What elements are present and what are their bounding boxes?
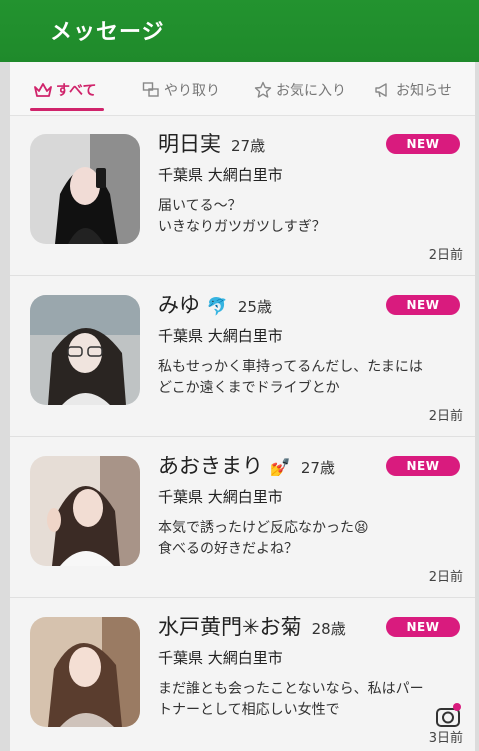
message-row[interactable]: 水戸黄門✳お菊 28歳 千葉県 大網白里市 まだ誰とも会ったことないなら、私はパー… xyxy=(10,599,475,751)
timestamp: 2日前 xyxy=(428,570,463,585)
timestamp: 2日前 xyxy=(428,409,463,424)
app-screen: メッセージ すべて やり取り お気に入り お知らせ 明日実 27歳 千葉県 大網… xyxy=(0,0,479,751)
message-line: いきなりガツガツしすぎ？ xyxy=(158,219,326,235)
chat-icon xyxy=(142,81,160,99)
contact-location: 千葉県 大網白里市 xyxy=(158,649,283,667)
contact-location: 千葉県 大網白里市 xyxy=(158,166,283,184)
contact-name-text: 明日実 xyxy=(158,132,221,156)
message-line: 本気で誘ったけど反応なかった😫 xyxy=(158,520,369,536)
message-row[interactable]: みゆ 🐬 25歳 千葉県 大網白里市 私もせっかく車持ってるんだし、たまにはどこか… xyxy=(10,277,475,437)
contact-name: 明日実 27歳 xyxy=(158,128,265,158)
contact-name: 水戸黄門✳お菊 28歳 xyxy=(158,611,346,641)
crown-icon xyxy=(34,81,52,99)
megaphone-icon xyxy=(374,81,392,99)
message-row[interactable]: あおきまり 💅 27歳 千葉県 大網白里市 本気で誘ったけど反応なかった😫 食べる… xyxy=(10,438,475,598)
message-preview: まだ誰とも会ったことないなら、私はパートナーとして相応しい女性で xyxy=(158,681,424,718)
new-badge: NEW xyxy=(386,617,460,637)
message-preview: 私もせっかく車持ってるんだし、たまにはどこか遠くまでドライブとか xyxy=(158,359,423,396)
contact-name-text: あおきまり xyxy=(158,454,263,478)
new-badge: NEW xyxy=(386,134,460,154)
tab-exchange[interactable]: やり取り xyxy=(142,78,220,102)
timestamp: 2日前 xyxy=(428,248,463,263)
contact-age: 27歳 xyxy=(300,459,335,477)
tab-favorites[interactable]: お気に入り xyxy=(254,78,346,102)
tab-all[interactable]: すべて xyxy=(34,78,96,102)
contact-name-text: みゆ xyxy=(158,293,200,317)
contact-name-text: 水戸黄門✳お菊 xyxy=(158,615,302,639)
tab-favorites-label: お気に入り xyxy=(276,83,346,99)
contact-name: みゆ 🐬 25歳 xyxy=(158,289,272,319)
tab-notices-label: お知らせ xyxy=(396,83,452,99)
avatar[interactable] xyxy=(30,617,140,727)
message-line: 食べるの好きだよね？ xyxy=(158,541,298,557)
message-line: 届いてる～？ xyxy=(158,198,242,214)
camera-icon[interactable] xyxy=(435,703,461,729)
new-badge: NEW xyxy=(386,456,460,476)
messages-panel: すべて やり取り お気に入り お知らせ 明日実 27歳 千葉県 大網白里市 届い… xyxy=(10,62,475,751)
name-emoji: 💅 xyxy=(269,458,291,478)
message-row[interactable]: 明日実 27歳 千葉県 大網白里市 届いてる～？ いきなりガツガツしすぎ？ NEW… xyxy=(10,116,475,276)
contact-age: 28歳 xyxy=(311,620,346,638)
tab-bar: すべて やり取り お気に入り お知らせ xyxy=(10,62,475,116)
active-tab-indicator xyxy=(30,108,104,111)
avatar[interactable] xyxy=(30,456,140,566)
name-emoji: 🐬 xyxy=(206,297,228,317)
tab-notices[interactable]: お知らせ xyxy=(374,78,452,102)
tab-exchange-label: やり取り xyxy=(164,83,220,99)
app-header: メッセージ xyxy=(0,0,479,62)
star-icon xyxy=(254,81,272,99)
contact-name: あおきまり 💅 27歳 xyxy=(158,450,335,480)
contact-location: 千葉県 大網白里市 xyxy=(158,327,283,345)
avatar[interactable] xyxy=(30,295,140,405)
new-badge: NEW xyxy=(386,295,460,315)
page-title: メッセージ xyxy=(50,20,165,45)
timestamp: 3日前 xyxy=(428,731,463,746)
message-preview: 本気で誘ったけど反応なかった😫 食べるの好きだよね？ xyxy=(158,518,428,560)
contact-age: 25歳 xyxy=(237,298,272,316)
avatar[interactable] xyxy=(30,134,140,244)
contact-age: 27歳 xyxy=(231,137,266,155)
message-preview: 届いてる～？ いきなりガツガツしすぎ？ xyxy=(158,196,428,238)
contact-location: 千葉県 大網白里市 xyxy=(158,488,283,506)
tab-all-label: すべて xyxy=(56,83,97,99)
